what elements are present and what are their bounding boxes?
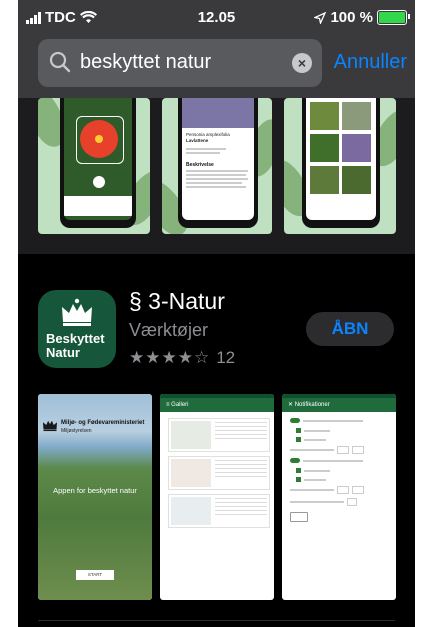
- screenshot-description[interactable]: Pensonia amplexifolia Lavlattene Beskriv…: [162, 98, 272, 234]
- app-store-screen: TDC 12.05 100 % beskyttet natur × Annull…: [18, 0, 415, 627]
- plant-sub: Lavlattene: [186, 138, 209, 143]
- search-result-app: Beskyttet Natur § 3-Natur Værktøjer ★★★★…: [18, 254, 415, 627]
- ministry-name: Miljø- og Fødevareministeriet: [61, 420, 145, 426]
- screenshot-camera[interactable]: [38, 98, 150, 234]
- gallery-card: [168, 418, 270, 452]
- app-icon-label: Beskyttet Natur: [46, 332, 105, 360]
- notifications-title: Notifikationer: [294, 402, 330, 408]
- agency-name: Miljøstyrelsen: [61, 428, 92, 434]
- screenshot-gallery[interactable]: ≡ Galleri: [160, 394, 274, 600]
- status-right: 100 %: [314, 9, 410, 26]
- app-name[interactable]: § 3-Natur: [129, 288, 225, 315]
- notification-check-row: [296, 477, 326, 482]
- notification-check-row: [296, 437, 326, 442]
- notification-check-row: [296, 428, 330, 433]
- rating-count: 12: [216, 348, 236, 367]
- gallery-header: ≡ Galleri: [160, 398, 274, 412]
- divider: [38, 620, 395, 621]
- app-icon-label-line1: Beskyttet: [46, 331, 105, 346]
- app-icon[interactable]: Beskyttet Natur: [38, 290, 116, 368]
- search-icon: [49, 51, 71, 73]
- rating-stars: ★★★★☆: [129, 348, 211, 367]
- gallery-card: [168, 494, 270, 528]
- battery-percent: 100 %: [330, 9, 373, 26]
- notification-toggle-row: [290, 458, 363, 463]
- crown-icon: [62, 298, 92, 326]
- screenshot-grid[interactable]: [284, 98, 396, 234]
- search-header: TDC 12.05 100 % beskyttet natur × Annull…: [18, 0, 415, 98]
- notification-save-button: [290, 512, 308, 522]
- screenshot-notifications[interactable]: ✕ Notifikationer: [282, 394, 396, 600]
- notifications-header: ✕ Notifikationer: [282, 398, 396, 412]
- search-input[interactable]: beskyttet natur: [80, 51, 211, 74]
- clear-search-icon[interactable]: ×: [292, 53, 312, 73]
- battery-icon: [377, 10, 410, 25]
- notification-check-row: [296, 468, 330, 473]
- gps-row: [290, 498, 357, 506]
- start-button[interactable]: START: [76, 570, 114, 580]
- buffer-row: [290, 446, 364, 454]
- notification-toggle-row: [290, 418, 363, 423]
- splash-tagline: Appen for beskyttet natur: [53, 486, 137, 495]
- app-rating: ★★★★☆ 12: [129, 348, 235, 368]
- cancel-button[interactable]: Annuller: [334, 51, 407, 74]
- app-screenshots: Miljø- og Fødevareministeriet Miljøstyre…: [18, 394, 415, 606]
- app-category: Værktøjer: [129, 320, 209, 340]
- plant-name: Pensonia amplexifolia: [186, 132, 230, 137]
- status-bar: TDC 12.05 100 %: [18, 0, 415, 34]
- previous-result-screenshots: Pensonia amplexifolia Lavlattene Beskriv…: [18, 98, 415, 254]
- gallery-card: [168, 456, 270, 490]
- search-field[interactable]: beskyttet natur ×: [38, 39, 322, 87]
- section-heading: Beskrivelse: [186, 162, 214, 168]
- open-button[interactable]: ÅBN: [306, 312, 394, 346]
- gallery-title: Galleri: [171, 402, 189, 408]
- app-icon-label-line2: Natur: [46, 345, 80, 360]
- screenshot-splash[interactable]: Miljø- og Fødevareministeriet Miljøstyre…: [38, 394, 152, 600]
- buffer-row: [290, 486, 364, 494]
- location-arrow-icon: [314, 11, 327, 24]
- ministry-crown-icon: [43, 420, 57, 432]
